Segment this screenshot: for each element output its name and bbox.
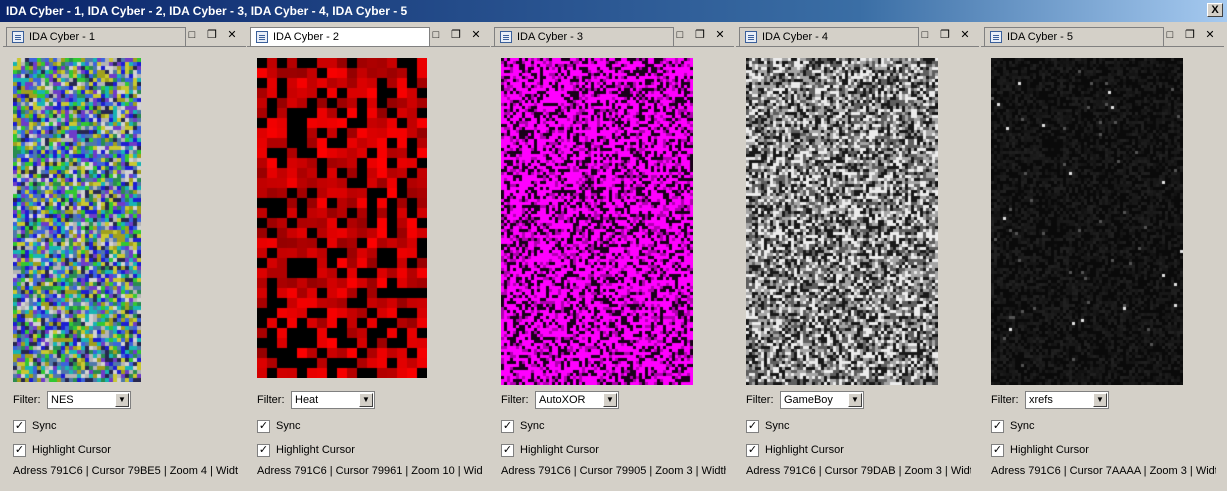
highlight-cursor-checkbox[interactable]: ✓ (13, 444, 26, 457)
restore-icon[interactable]: ❐ (1183, 28, 1197, 42)
close-icon[interactable]: ✕ (469, 28, 483, 42)
filter-label: Filter: (13, 394, 41, 406)
tab-ida-cyber-5[interactable]: IDA Cyber - 5 (984, 27, 1164, 46)
sync-label: Sync (276, 420, 301, 432)
close-icon[interactable]: ✕ (958, 28, 972, 42)
highlight-cursor-checkbox[interactable]: ✓ (746, 444, 759, 457)
tab-bar: IDA Cyber - 5 □ ❐ ✕ (981, 26, 1224, 47)
tab-title: IDA Cyber - 3 (517, 31, 584, 43)
window-titlebar: IDA Cyber - 1, IDA Cyber - 2, IDA Cyber … (0, 0, 1227, 22)
sync-checkbox[interactable]: ✓ (13, 420, 26, 433)
dropdown-arrow-icon[interactable]: ▼ (848, 393, 862, 407)
sync-checkbox[interactable]: ✓ (746, 420, 759, 433)
filter-select[interactable]: GameBoy ▼ (780, 391, 864, 409)
document-icon (500, 31, 512, 43)
restore-icon[interactable]: ❐ (449, 28, 463, 42)
filter-select[interactable]: xrefs ▼ (1025, 391, 1109, 409)
tab-bar: IDA Cyber - 3 □ ❐ ✕ (491, 26, 734, 47)
maximize-icon[interactable]: □ (185, 28, 199, 42)
tab-title: IDA Cyber - 1 (29, 31, 96, 43)
filter-value: Heat (295, 394, 319, 406)
byte-visualization-canvas[interactable] (991, 58, 1183, 385)
byte-visualization-canvas[interactable] (13, 58, 141, 382)
sync-label: Sync (32, 420, 57, 432)
tab-ida-cyber-2[interactable]: IDA Cyber - 2 (250, 27, 430, 46)
filter-label: Filter: (257, 394, 285, 406)
close-icon[interactable]: ✕ (225, 28, 239, 42)
status-text: Adress 791C6 | Cursor 7AAAA | Zoom 3 | W… (991, 465, 1216, 477)
sync-checkbox[interactable]: ✓ (257, 420, 270, 433)
highlight-cursor-label: Highlight Cursor (32, 444, 111, 456)
panel-ida-cyber-4: IDA Cyber - 4 □ ❐ ✕ Filter: GameBoy ▼ ✓ … (736, 26, 979, 488)
highlight-cursor-checkbox[interactable]: ✓ (257, 444, 270, 457)
byte-visualization-canvas[interactable] (501, 58, 693, 385)
panel-ida-cyber-2: IDA Cyber - 2 □ ❐ ✕ Filter: Heat ▼ ✓ Syn… (247, 26, 490, 488)
restore-icon[interactable]: ❐ (938, 28, 952, 42)
tab-bar: IDA Cyber - 4 □ ❐ ✕ (736, 26, 979, 47)
status-text: Adress 791C6 | Cursor 79BE5 | Zoom 4 | W… (13, 465, 238, 477)
panel-ida-cyber-3: IDA Cyber - 3 □ ❐ ✕ Filter: AutoXOR ▼ ✓ … (491, 26, 734, 488)
document-icon (990, 31, 1002, 43)
close-icon[interactable]: ✕ (713, 28, 727, 42)
highlight-cursor-checkbox[interactable]: ✓ (991, 444, 1004, 457)
tab-ida-cyber-4[interactable]: IDA Cyber - 4 (739, 27, 919, 46)
filter-label: Filter: (501, 394, 529, 406)
dropdown-arrow-icon[interactable]: ▼ (359, 393, 373, 407)
dropdown-arrow-icon[interactable]: ▼ (603, 393, 617, 407)
sync-label: Sync (1010, 420, 1035, 432)
filter-label: Filter: (991, 394, 1019, 406)
close-icon[interactable]: ✕ (1203, 28, 1217, 42)
highlight-cursor-label: Highlight Cursor (765, 444, 844, 456)
tab-ida-cyber-1[interactable]: IDA Cyber - 1 (6, 27, 186, 46)
status-text: Adress 791C6 | Cursor 79905 | Zoom 3 | W… (501, 465, 726, 477)
byte-visualization-canvas[interactable] (257, 58, 427, 378)
panel-ida-cyber-5: IDA Cyber - 5 □ ❐ ✕ Filter: xrefs ▼ ✓ Sy… (981, 26, 1224, 488)
tab-title: IDA Cyber - 5 (1007, 31, 1074, 43)
restore-icon[interactable]: ❐ (205, 28, 219, 42)
status-text: Adress 791C6 | Cursor 79961 | Zoom 10 | … (257, 465, 482, 477)
dropdown-arrow-icon[interactable]: ▼ (115, 393, 129, 407)
tab-ida-cyber-3[interactable]: IDA Cyber - 3 (494, 27, 674, 46)
dropdown-arrow-icon[interactable]: ▼ (1093, 393, 1107, 407)
filter-value: NES (51, 394, 74, 406)
tab-bar: IDA Cyber - 2 □ ❐ ✕ (247, 26, 490, 47)
highlight-cursor-label: Highlight Cursor (276, 444, 355, 456)
document-icon (745, 31, 757, 43)
status-text: Adress 791C6 | Cursor 79DAB | Zoom 3 | W… (746, 465, 971, 477)
filter-select[interactable]: AutoXOR ▼ (535, 391, 619, 409)
sync-label: Sync (520, 420, 545, 432)
maximize-icon[interactable]: □ (918, 28, 932, 42)
tab-title: IDA Cyber - 4 (762, 31, 829, 43)
maximize-icon[interactable]: □ (429, 28, 443, 42)
filter-value: GameBoy (784, 394, 833, 406)
sync-label: Sync (765, 420, 790, 432)
window-close-button[interactable]: X (1207, 3, 1223, 17)
document-icon (12, 31, 24, 43)
window-title: IDA Cyber - 1, IDA Cyber - 2, IDA Cyber … (6, 4, 408, 18)
restore-icon[interactable]: ❐ (693, 28, 707, 42)
sync-checkbox[interactable]: ✓ (991, 420, 1004, 433)
highlight-cursor-checkbox[interactable]: ✓ (501, 444, 514, 457)
maximize-icon[interactable]: □ (1163, 28, 1177, 42)
panel-ida-cyber-1: IDA Cyber - 1 □ ❐ ✕ Filter: NES ▼ ✓ Sync… (3, 26, 246, 488)
filter-value: xrefs (1029, 394, 1053, 406)
tab-bar: IDA Cyber - 1 □ ❐ ✕ (3, 26, 246, 47)
document-icon (256, 31, 268, 43)
filter-label: Filter: (746, 394, 774, 406)
filter-select[interactable]: NES ▼ (47, 391, 131, 409)
byte-visualization-canvas[interactable] (746, 58, 938, 385)
filter-value: AutoXOR (539, 394, 586, 406)
highlight-cursor-label: Highlight Cursor (1010, 444, 1089, 456)
maximize-icon[interactable]: □ (673, 28, 687, 42)
highlight-cursor-label: Highlight Cursor (520, 444, 599, 456)
tab-title: IDA Cyber - 2 (273, 31, 340, 43)
sync-checkbox[interactable]: ✓ (501, 420, 514, 433)
filter-select[interactable]: Heat ▼ (291, 391, 375, 409)
